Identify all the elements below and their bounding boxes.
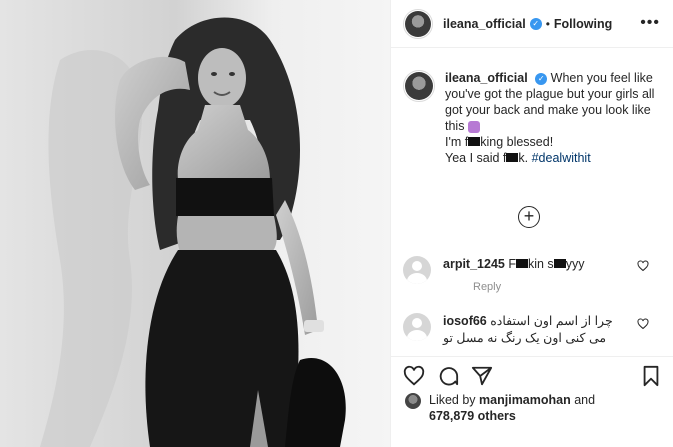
comment-body: arpit_1245 Fkin s yyy [443, 256, 584, 284]
share-icon[interactable] [471, 365, 493, 387]
comment-like-heart-icon[interactable] [637, 318, 649, 330]
post-action-bar [391, 356, 673, 392]
comment-body: iosof66 چرا از اسم اون استفاده می کنی او… [443, 313, 623, 347]
redaction-block [468, 137, 481, 146]
comment-item: iosof66 چرا از اسم اون استفاده می کنی او… [403, 313, 663, 347]
caption-username[interactable]: ileana_official [445, 71, 528, 85]
author-username[interactable]: ileana_official [443, 17, 526, 31]
post-caption: ileana_official ✓ When you feel like you… [403, 70, 663, 166]
redaction-block [553, 259, 566, 268]
post-photo[interactable] [0, 0, 390, 447]
header-separator: • [545, 16, 550, 31]
caption-line-2a: I'm f [445, 135, 469, 149]
caption-text: ileana_official ✓ When you feel like you… [445, 70, 663, 166]
comment-like-heart-icon[interactable] [637, 260, 649, 272]
emoji-icon [467, 120, 480, 133]
comment-avatar[interactable] [403, 313, 431, 341]
following-button[interactable]: Following [554, 17, 612, 31]
post-side-panel: ileana_official ✓ • Following ••• ileana… [390, 0, 673, 447]
comment-text-a: F [508, 257, 516, 271]
author-avatar[interactable] [403, 8, 433, 39]
redaction-block [515, 259, 528, 268]
reply-button[interactable]: Reply [473, 281, 501, 293]
caption-verified-icon: ✓ [535, 72, 548, 85]
liker-avatar[interactable] [405, 393, 421, 409]
caption-line-3a: Yea I said f [445, 151, 507, 165]
verified-badge-icon: ✓ [529, 17, 542, 30]
comment-username[interactable]: iosof66 [443, 314, 487, 328]
comment-text-c: yyy [565, 257, 585, 271]
comment-avatar[interactable] [403, 256, 431, 284]
photo-illustration [0, 0, 390, 447]
comment-username[interactable]: arpit_1245 [443, 257, 505, 271]
caption-line-2b: king blessed! [480, 135, 554, 149]
more-options-icon[interactable]: ••• [640, 14, 660, 32]
hashtag-link[interactable]: #dealwithit [532, 151, 591, 165]
post-header: ileana_official ✓ • Following ••• [391, 0, 673, 48]
liker-username[interactable]: manjimamohan [479, 393, 571, 407]
caption-line-3b: k. [518, 151, 529, 165]
likes-joiner: and [574, 393, 596, 407]
bookmark-icon[interactable] [641, 365, 661, 387]
comment-item: arpit_1245 Fkin s yyy [403, 256, 663, 284]
load-more-comments-button[interactable]: + [518, 206, 540, 228]
likes-count[interactable]: 678,879 others [429, 409, 516, 423]
comment-text-b: kin s [527, 257, 554, 271]
caption-avatar[interactable] [403, 70, 435, 102]
comment-icon[interactable] [437, 365, 459, 387]
likes-summary: Liked by manjimamohan and 678,879 others [405, 392, 595, 424]
heart-icon[interactable] [403, 365, 425, 387]
redaction-block [506, 153, 519, 162]
likes-prefix: Liked by [429, 393, 476, 407]
likes-text: Liked by manjimamohan and 678,879 others [429, 392, 595, 424]
